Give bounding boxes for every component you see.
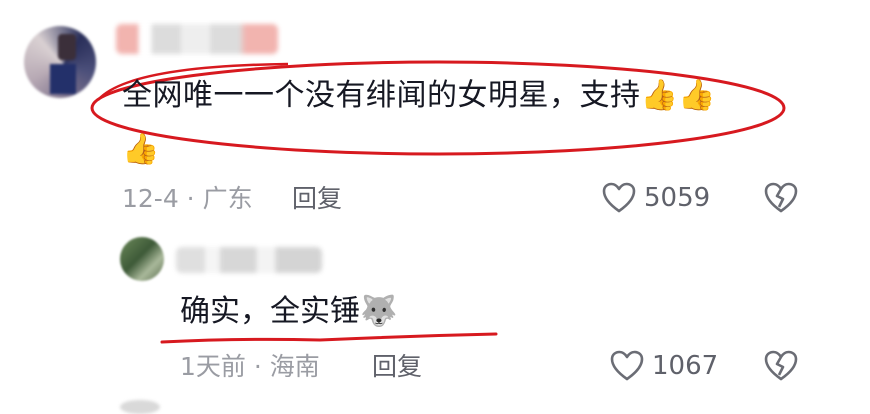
broken-heart-icon[interactable] (764, 350, 798, 382)
thumbs-up-emoji-1: 👍 (640, 78, 679, 113)
broken-heart-icon[interactable] (764, 182, 798, 214)
comment-body: 全网唯一一个没有绯闻的女明星，支持 (122, 78, 641, 113)
comment-reply-button[interactable]: 回复 (292, 184, 342, 214)
thumbs-up-emoji-3: 👍 (122, 132, 160, 167)
red-underline-annotation (160, 332, 498, 344)
replier-avatar[interactable] (120, 237, 164, 281)
reply-like-count: 1067 (652, 351, 719, 381)
replier-username-blurred[interactable] (176, 247, 322, 273)
comment-date-location: 12-4 · 广东 (122, 184, 253, 213)
husky-emoji: 🐺 (360, 294, 398, 329)
reply-date-location: 1天前 · 海南 (180, 352, 320, 381)
heart-outline-icon (610, 350, 644, 381)
thumbs-up-emoji-2: 👍 (678, 78, 717, 113)
reply-like-button[interactable]: 1067 (610, 350, 718, 382)
next-comment-avatar-partial (120, 400, 160, 414)
heart-outline-icon (602, 182, 636, 213)
reply-text: 确实，全实锤🐺 (180, 292, 397, 332)
commenter-username-blurred[interactable] (116, 24, 278, 54)
reply-reply-button[interactable]: 回复 (372, 352, 422, 382)
commenter-avatar[interactable] (24, 26, 96, 98)
comment-text: 全网唯一一个没有绯闻的女明星，支持👍👍 (122, 76, 716, 116)
reply-body: 确实，全实锤 (180, 294, 360, 329)
comment-like-button[interactable]: 5059 (602, 182, 710, 214)
comment-like-count: 5059 (644, 183, 711, 213)
